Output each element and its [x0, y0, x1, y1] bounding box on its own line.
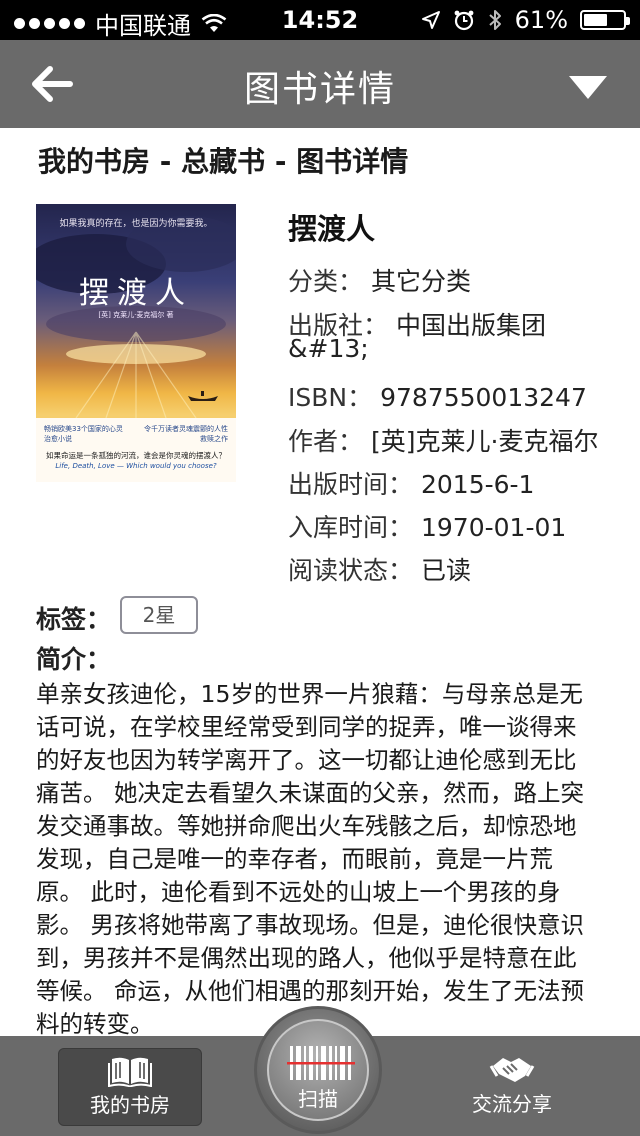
tag-chip[interactable]: 2星 — [120, 596, 198, 634]
intro-label: 简介： — [36, 645, 112, 674]
intro-text: 单亲女孩迪伦，15岁的世界一片狼藉：与母亲总是无话可说，在学校里经常受到同学的捉… — [36, 680, 584, 1036]
info-value: 中国出版集团 — [395, 311, 546, 340]
nav-bar: 图书详情 — [0, 40, 640, 128]
cover-author: [英] 克莱儿·麦克福尔 著 — [98, 311, 174, 319]
cover-title: 摆渡人 — [79, 276, 193, 311]
tab-label: 我的书房 — [90, 1093, 170, 1117]
cover-tagline: 如果我真的存在，也是因为你需要我。 — [59, 219, 213, 229]
cover-blurb-right: 令千万读者灵魂震颤的人性救赎之作 — [144, 425, 228, 443]
handshake-icon — [489, 1058, 535, 1082]
info-label: 入库时间 — [288, 513, 389, 542]
info-label: 作者 — [288, 427, 339, 456]
bluetooth-icon — [488, 10, 501, 30]
scan-label: 扫描 — [298, 1087, 338, 1111]
info-label: 出版时间 — [288, 470, 389, 499]
info-separator: ： — [388, 513, 414, 542]
battery-percent: 61% — [514, 6, 568, 34]
cover-blurb-strip: 畅销欧美33个国家的心灵治愈小说 令千万读者灵魂震颤的人性救赎之作 如果命运是一… — [36, 418, 236, 482]
info-value: 其它分类 — [370, 267, 471, 296]
tab-share[interactable]: 交流分享 — [440, 1048, 584, 1126]
boat-icon — [188, 391, 218, 401]
cover-question-en: Life, Death, Love — Which would you choo… — [55, 462, 217, 470]
info-separator: ： — [388, 470, 414, 499]
info-pubdate: 出版时间： 2015-6-1 — [288, 465, 534, 501]
open-book-icon — [108, 1057, 152, 1087]
info-value: 1970-01-01 — [420, 513, 567, 542]
info-label: ISBN — [288, 383, 348, 412]
info-value: [英]克莱儿·麦克福尔 — [370, 427, 599, 456]
info-read-status: 阅读状态： 已读 — [288, 551, 471, 587]
page-title: 图书详情 — [243, 69, 396, 110]
dropdown-menu-button[interactable] — [566, 72, 610, 102]
info-separator: ： — [338, 427, 364, 456]
tab-my-library[interactable]: 我的书房 — [58, 1048, 202, 1126]
info-label: 分类 — [288, 267, 339, 296]
info-value: 9787550013247 — [380, 383, 587, 412]
book-title: 摆渡人 — [288, 212, 376, 246]
info-value: 已读 — [420, 556, 471, 585]
info-separator: ： — [347, 383, 373, 412]
info-stored-date: 入库时间： 1970-01-01 — [288, 508, 566, 544]
info-label: 阅读状态 — [288, 556, 389, 585]
barcode-scan-icon — [287, 1046, 355, 1080]
info-isbn: ISBN： 9787550013247 — [288, 378, 587, 414]
battery-icon — [580, 10, 630, 30]
book-cover-image: 如果我真的存在，也是因为你需要我。 摆渡人 [英] 克莱儿·麦克福尔 著 畅销欧… — [36, 204, 236, 482]
info-author: 作者： [英]克莱儿·麦克福尔 — [288, 422, 598, 458]
scan-button-inner: 扫描 — [267, 1019, 369, 1121]
alarm-icon — [454, 10, 474, 31]
cover-question: 如果命运是一条孤独的河流，谁会是你灵魂的摆渡人？ — [46, 451, 226, 460]
tags-label: 标签： — [36, 605, 112, 634]
info-separator: ： — [388, 556, 414, 585]
breadcrumb: 我的书房 - 总藏书 - 图书详情 — [38, 145, 409, 178]
status-right: 61% — [421, 6, 630, 34]
location-arrow-icon — [421, 11, 440, 29]
info-category: 分类： 其它分类 — [288, 262, 471, 298]
info-value: 2015-6-1 — [420, 470, 535, 499]
status-bar: 中国联通 14:52 61% — [0, 0, 640, 40]
cover-blurb-left: 畅销欧美33个国家的心灵治愈小说 — [44, 425, 123, 443]
info-separator: ： — [338, 267, 364, 296]
info-publisher-extra: &#13; — [288, 334, 369, 363]
scan-button[interactable]: 扫描 — [254, 1006, 382, 1134]
triangle-down-icon — [569, 76, 607, 99]
tab-label: 交流分享 — [472, 1092, 552, 1116]
